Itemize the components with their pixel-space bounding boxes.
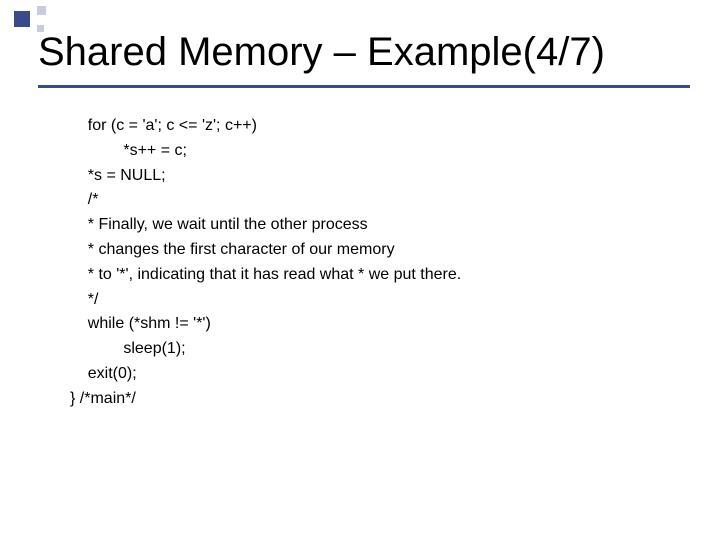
code-line: for (c = 'a'; c <= 'z'; c++)	[70, 114, 690, 139]
code-block: for (c = 'a'; c <= 'z'; c++) *s++ = c; *…	[0, 88, 720, 412]
code-line: * to '*', indicating that it has read wh…	[70, 263, 690, 288]
title-area: Shared Memory – Example(4/7)	[0, 0, 720, 79]
code-line: *s++ = c;	[70, 139, 690, 164]
slide-title: Shared Memory – Example(4/7)	[38, 30, 690, 75]
code-line: } /*main*/	[70, 387, 690, 412]
code-line: /*	[70, 188, 690, 213]
code-line: * changes the first character of our mem…	[70, 238, 690, 263]
code-line: * Finally, we wait until the other proce…	[70, 213, 690, 238]
code-line: sleep(1);	[70, 337, 690, 362]
code-line: *s = NULL;	[70, 164, 690, 189]
code-line: */	[70, 288, 690, 313]
code-line: while (*shm != '*')	[70, 312, 690, 337]
code-line: exit(0);	[70, 362, 690, 387]
